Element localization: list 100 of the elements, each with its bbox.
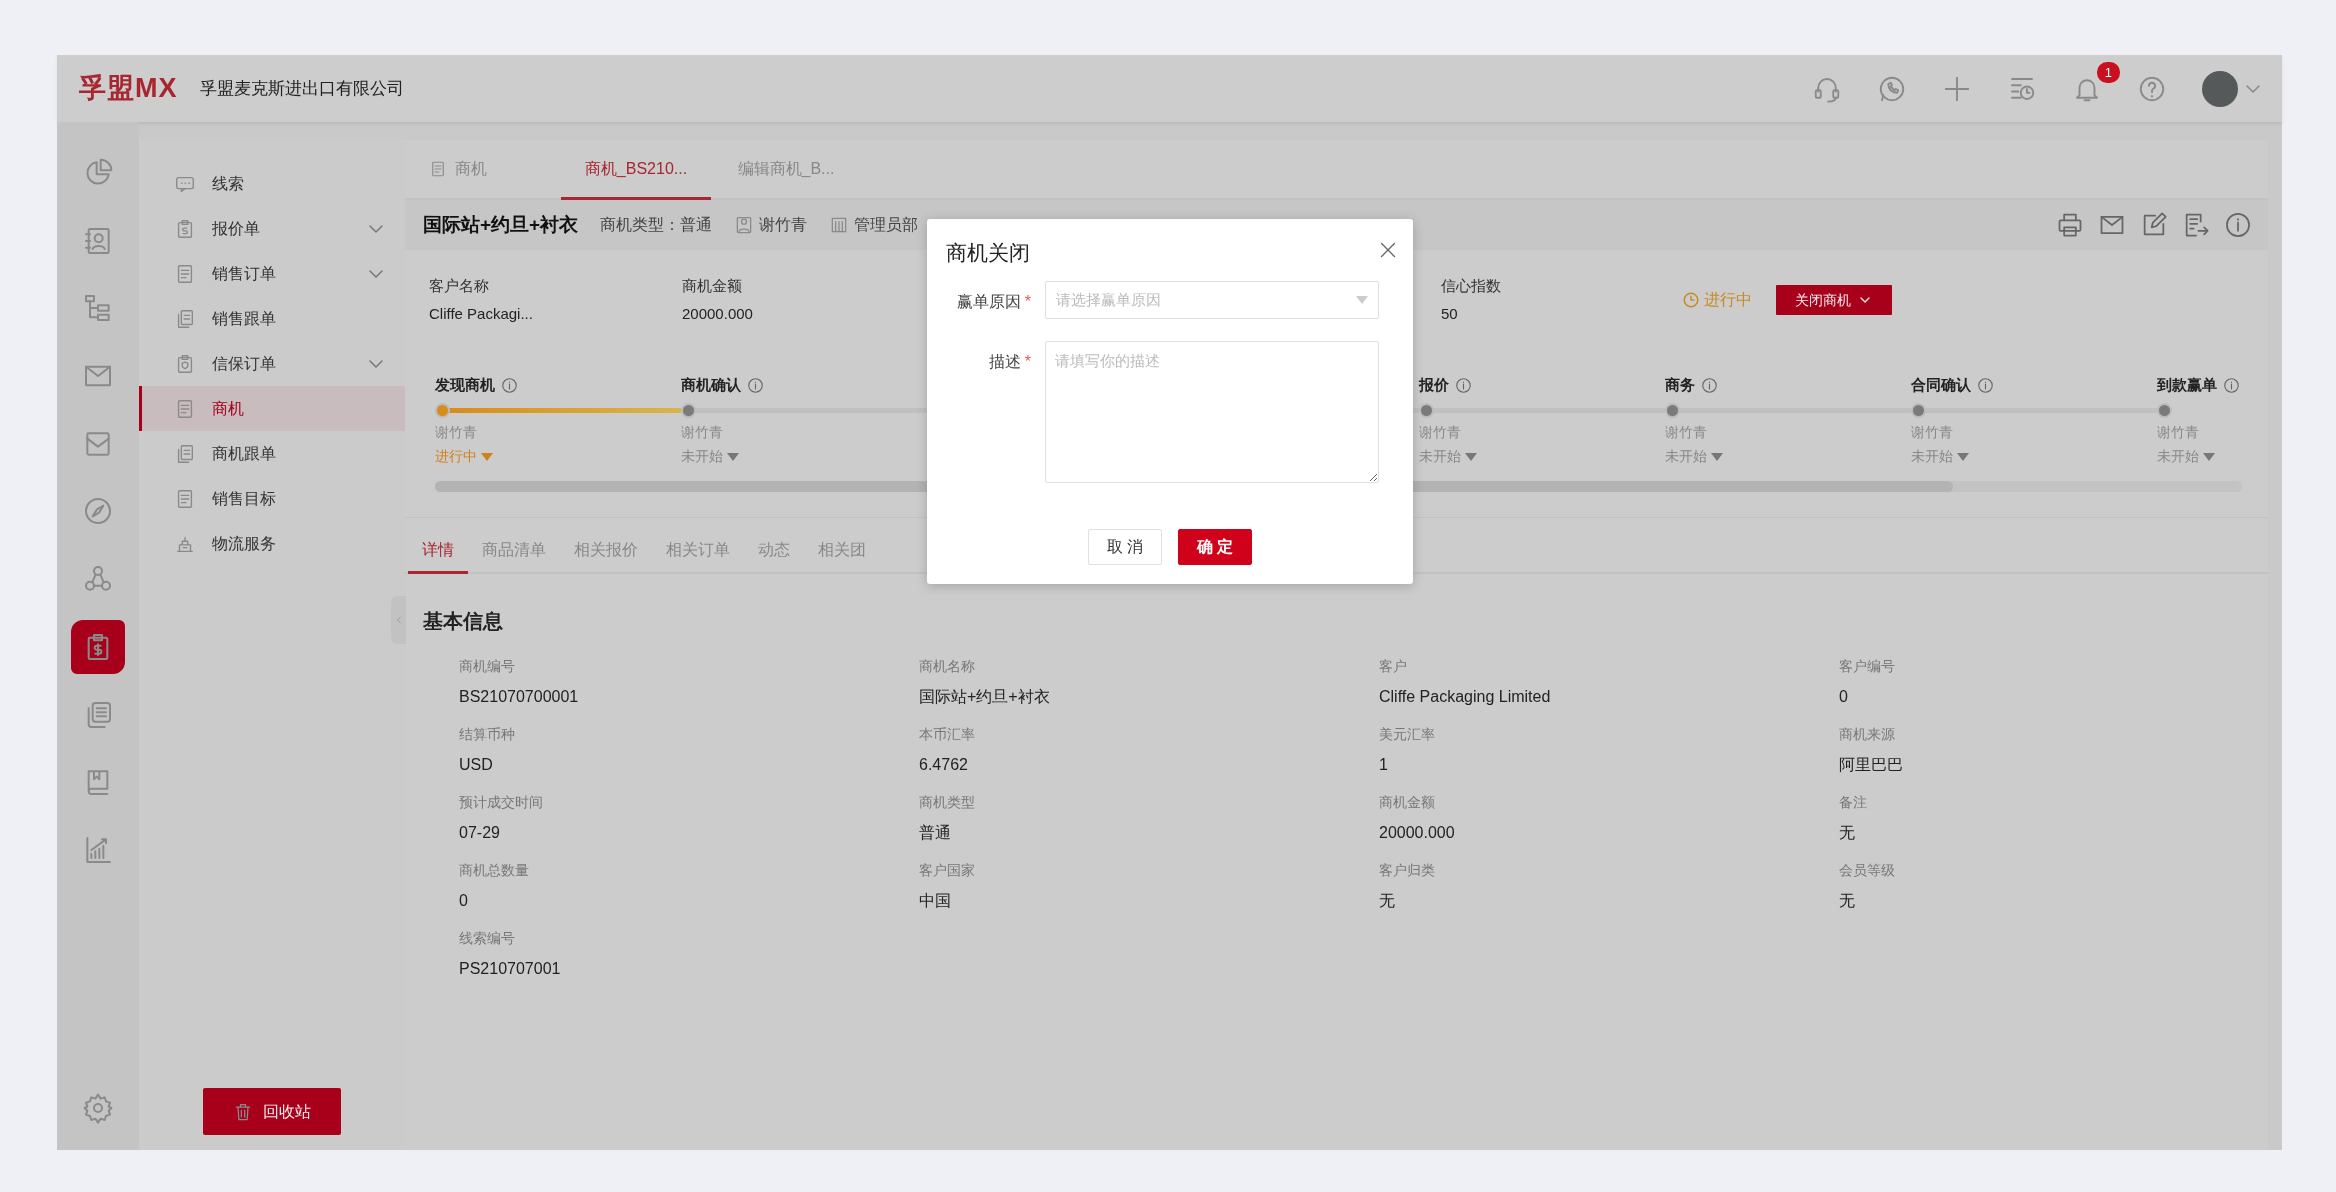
settings-icon[interactable] xyxy=(82,1092,114,1124)
owner-name: 谢竹青 xyxy=(759,215,808,235)
caret-icon xyxy=(1711,452,1723,461)
field-value: 0 xyxy=(459,891,469,911)
detail-tab[interactable]: 相关团 xyxy=(804,528,880,574)
stage-title: 到款赢单 xyxy=(2157,374,2217,395)
stage-status-dropdown[interactable]: 未开始 xyxy=(1665,446,1911,467)
clock-icon xyxy=(1682,291,1700,309)
detail-tab[interactable]: 相关报价 xyxy=(560,528,652,574)
field-value: USD xyxy=(459,755,494,775)
section-title: 基本信息 xyxy=(423,609,504,634)
caret-icon xyxy=(1957,452,1969,461)
summary-value: 20000.000 xyxy=(682,304,754,324)
field-label: 商机编号 xyxy=(459,657,516,676)
summary-value: Cliffe Packagi... xyxy=(429,304,534,324)
app-logo[interactable]: 孚盟MX xyxy=(79,68,178,109)
menu-item[interactable]: 销售跟单 xyxy=(139,296,405,341)
department-name: 管理员部 xyxy=(854,215,919,235)
avatar[interactable] xyxy=(2202,70,2238,107)
stage-title: 报价 xyxy=(1419,374,1449,395)
trash-icon xyxy=(233,1101,253,1122)
field-label: 会员等级 xyxy=(1839,861,1896,880)
description-field[interactable]: 请填写你的描述 xyxy=(1045,341,1379,483)
info-icon xyxy=(501,376,518,394)
field-label: 商机来源 xyxy=(1839,725,1896,744)
field-value: 0 xyxy=(1839,687,1849,707)
menu-item[interactable]: 商机跟单 xyxy=(139,431,405,476)
field-value: 国际站+约旦+衬衣 xyxy=(919,687,1051,707)
field-label: 商机名称 xyxy=(919,657,976,676)
caret-icon xyxy=(1356,296,1368,304)
stage-title: 合同确认 xyxy=(1911,374,1971,395)
info-icon xyxy=(1977,376,1994,394)
dialog-title: 商机关闭 xyxy=(946,240,1030,266)
confirm-button[interactable]: 确 定 xyxy=(1178,529,1252,565)
field-label: 商机金额 xyxy=(1379,793,1436,812)
stage-owner: 谢竹青 xyxy=(1419,423,1462,442)
stage-status-dropdown[interactable]: 未开始 xyxy=(681,446,927,467)
stage-title: 商机确认 xyxy=(681,374,741,395)
stage-owner: 谢竹青 xyxy=(681,423,724,442)
field-value: 6.4762 xyxy=(919,755,969,775)
close-opportunity-button[interactable]: 关闭商机 xyxy=(1776,285,1892,315)
detail-tab[interactable]: 详情 xyxy=(408,528,468,574)
document-icon xyxy=(429,159,447,178)
field-label: 备注 xyxy=(1839,793,1868,812)
field-value: 无 xyxy=(1379,891,1396,911)
info-icon xyxy=(747,376,764,394)
field-label: 本币汇率 xyxy=(919,725,976,744)
page-tab[interactable]: 商机 xyxy=(415,140,561,200)
menu-item[interactable]: 报价单 xyxy=(139,206,405,251)
field-value: 20000.000 xyxy=(1379,823,1456,843)
menu-item[interactable]: 信保订单 xyxy=(139,341,405,386)
printer-icon[interactable] xyxy=(2056,211,2084,239)
field-label: 客户归类 xyxy=(1379,861,1436,880)
field-label: 结算币种 xyxy=(459,725,516,744)
stage-owner: 谢竹青 xyxy=(2157,423,2200,442)
chevron-down-icon xyxy=(369,269,383,278)
menu-item[interactable]: 物流服务 xyxy=(139,521,405,566)
stage-status-dropdown[interactable]: 未开始 xyxy=(2157,446,2336,467)
info-icon xyxy=(1455,376,1472,394)
stage-status-dropdown[interactable]: 未开始 xyxy=(1911,446,2157,467)
chevron-down-icon xyxy=(369,224,383,233)
summary-label: 商机金额 xyxy=(682,275,743,296)
summary-value: 50 xyxy=(1441,304,1459,324)
menu-item[interactable]: 销售目标 xyxy=(139,476,405,521)
menu-item[interactable]: 销售订单 xyxy=(139,251,405,296)
field-label: 客户国家 xyxy=(919,861,976,880)
summary-label: 客户名称 xyxy=(429,275,490,296)
field-value: 无 xyxy=(1839,891,1856,911)
detail-tab[interactable]: 动态 xyxy=(744,528,804,574)
detail-tab[interactable]: 相关订单 xyxy=(652,528,744,574)
field-value: 阿里巴巴 xyxy=(1839,755,1904,775)
info-icon xyxy=(1701,376,1718,394)
opportunity-title: 国际站+约旦+衬衣 xyxy=(423,212,579,237)
field-label: 商机总数量 xyxy=(459,861,530,880)
stage-status-dropdown[interactable]: 未开始 xyxy=(1419,446,1665,467)
field-label: 客户编号 xyxy=(1839,657,1896,676)
menu-item[interactable]: 线索 xyxy=(139,161,405,206)
field-label: 预计成交时间 xyxy=(459,793,544,812)
required-mark: * xyxy=(1024,293,1031,310)
stage-owner: 谢竹青 xyxy=(435,423,478,442)
cancel-button[interactable]: 取 消 xyxy=(1088,529,1162,565)
info-icon xyxy=(2223,376,2240,394)
recycle-bin-button[interactable]: 回收站 xyxy=(203,1088,341,1135)
collapse-handle[interactable] xyxy=(391,596,406,644)
field-value: Cliffe Packaging Limited xyxy=(1379,687,1552,707)
field-value: 普通 xyxy=(919,823,952,843)
company-name: 孚盟麦克斯进出口有限公司 xyxy=(199,77,404,100)
field-label: 美元汇率 xyxy=(1379,725,1436,744)
stage-title: 商务 xyxy=(1665,374,1695,395)
menu-item[interactable]: 商机 xyxy=(139,386,405,431)
summary-label: 信心指数 xyxy=(1441,275,1502,296)
form-label: 描述 xyxy=(988,353,1021,370)
stage-title: 发现商机 xyxy=(435,374,495,395)
caret-icon xyxy=(727,452,739,461)
nav-rail-item[interactable] xyxy=(71,619,125,674)
field-label: 线索编号 xyxy=(459,929,516,948)
detail-tab[interactable]: 商品清单 xyxy=(468,528,560,574)
field-value: 中国 xyxy=(919,891,952,911)
page-tab[interactable]: 编辑商机_B... xyxy=(711,140,861,200)
field-value: BS21070700001 xyxy=(459,687,580,707)
